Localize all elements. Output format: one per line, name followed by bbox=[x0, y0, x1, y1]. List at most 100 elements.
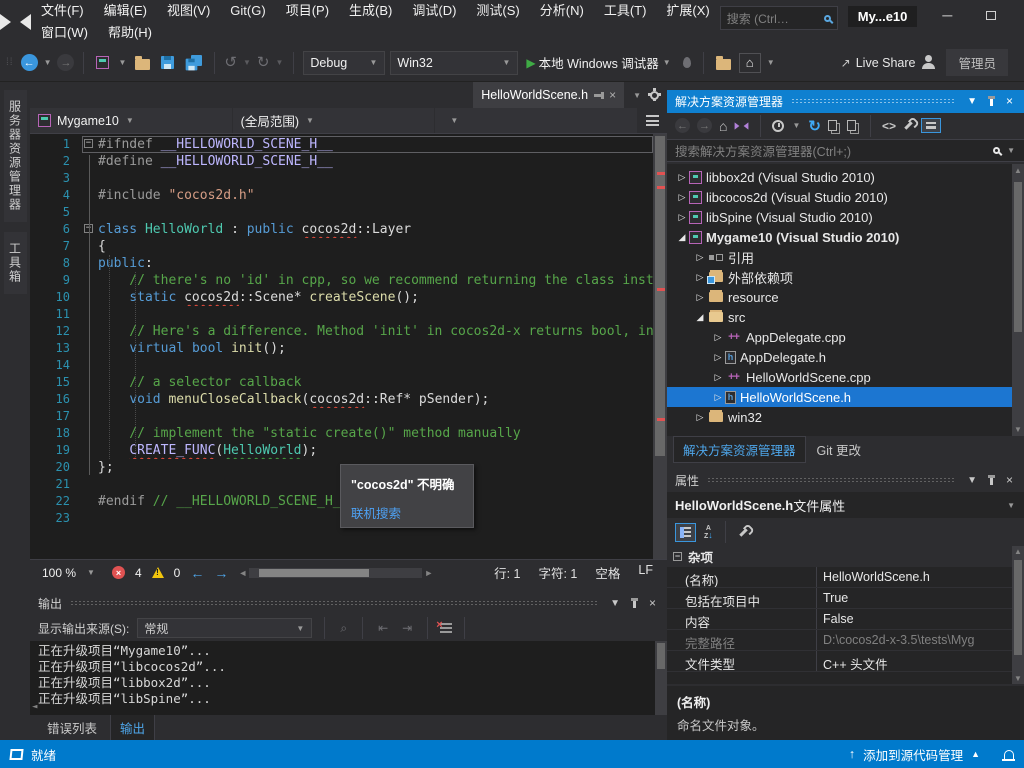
menu-item-r1-1[interactable]: 编辑(E) bbox=[94, 0, 157, 22]
editor-vertical-scrollbar[interactable] bbox=[653, 134, 667, 559]
tree-item-src[interactable]: ◢src bbox=[667, 307, 1024, 327]
property-pages-icon[interactable] bbox=[739, 528, 747, 536]
home-dropdown-caret[interactable]: ▼ bbox=[766, 58, 776, 67]
expander-icon[interactable]: ◢ bbox=[693, 312, 707, 323]
menu-item-r2-1[interactable]: 帮助(H) bbox=[98, 22, 162, 44]
expander-icon[interactable]: ▷ bbox=[675, 192, 689, 203]
close-panel-icon[interactable]: × bbox=[646, 596, 659, 610]
live-share-button[interactable]: ↗ Live Share bbox=[841, 56, 916, 70]
output-text-area[interactable]: 正在升级项目“Mygame10”...正在升级项目“libcocos2d”...… bbox=[30, 641, 667, 715]
close-panel-icon[interactable]: × bbox=[1003, 94, 1016, 108]
back-dropdown-caret[interactable]: ▼ bbox=[43, 58, 53, 67]
explorer-tab-0[interactable]: 解决方案资源管理器 bbox=[673, 436, 806, 463]
home-button[interactable]: ⌂ bbox=[739, 53, 761, 73]
expander-icon[interactable]: ▷ bbox=[693, 292, 707, 303]
categorized-toggle[interactable] bbox=[675, 523, 696, 542]
next-issue-button[interactable]: → bbox=[214, 565, 228, 581]
new-project-button[interactable] bbox=[93, 53, 112, 72]
expander-icon[interactable]: ▷ bbox=[693, 272, 707, 283]
open-file-button[interactable] bbox=[132, 53, 153, 73]
property-value[interactable]: True bbox=[817, 588, 1024, 608]
expander-icon[interactable]: ▷ bbox=[711, 372, 725, 383]
close-panel-icon[interactable]: × bbox=[1003, 473, 1016, 487]
type-scope-dropdown[interactable]: (全局范围)▼ bbox=[233, 108, 436, 133]
undo-button[interactable]: ↺ bbox=[224, 55, 237, 70]
switch-views-icon[interactable] bbox=[735, 122, 749, 129]
sync-with-active-document-icon[interactable] bbox=[828, 120, 837, 131]
window-position-caret[interactable]: ▼ bbox=[964, 475, 980, 486]
hot-reload-icon[interactable] bbox=[683, 57, 691, 68]
pin-icon[interactable] bbox=[990, 476, 993, 485]
solution-platform-dropdown[interactable]: Win32▼ bbox=[390, 51, 518, 75]
back-icon[interactable]: ← bbox=[675, 118, 690, 133]
menu-item-r1-4[interactable]: 项目(P) bbox=[276, 0, 339, 22]
tree-item-mygame10-visual-studio-2010-[interactable]: ◢Mygame10 (Visual Studio 2010) bbox=[667, 227, 1024, 247]
expander-icon[interactable]: ▷ bbox=[693, 252, 707, 263]
minimize-button[interactable]: ─ bbox=[925, 0, 969, 30]
filter-caret[interactable]: ▼ bbox=[791, 121, 801, 130]
scroll-left-arrow[interactable]: ◄ bbox=[32, 699, 37, 715]
forward-icon[interactable]: → bbox=[697, 118, 712, 133]
menu-item-r1-6[interactable]: 调试(D) bbox=[402, 0, 466, 22]
property-value[interactable]: C++ 头文件 bbox=[817, 651, 1024, 671]
fold-collapse-icon[interactable]: − bbox=[84, 139, 93, 148]
feedback-person-icon[interactable] bbox=[925, 55, 932, 62]
category-row[interactable]: − 杂项 bbox=[667, 546, 1024, 567]
preview-selected-items-icon[interactable] bbox=[847, 120, 856, 131]
panel-tab-0[interactable]: 错误列表 bbox=[38, 715, 106, 740]
navigate-back-button[interactable]: ← bbox=[21, 54, 38, 71]
properties-object-dropdown[interactable]: HelloWorldScene.h 文件属性 ▼ bbox=[667, 492, 1024, 518]
tab-list-caret[interactable]: ▼ bbox=[632, 91, 642, 100]
menu-item-r1-7[interactable]: 测试(S) bbox=[466, 0, 529, 22]
next-message-icon[interactable]: ⇥ bbox=[399, 621, 415, 635]
panel-tab-1[interactable]: 输出 bbox=[110, 714, 155, 741]
tree-item-helloworldscene-h[interactable]: ▷hHelloWorldScene.h bbox=[667, 387, 1024, 407]
property-row-1[interactable]: 包括在项目中True bbox=[667, 588, 1024, 609]
warning-count-icon[interactable] bbox=[152, 567, 164, 578]
fold-margin[interactable]: − bbox=[82, 136, 98, 153]
pin-icon[interactable] bbox=[990, 97, 993, 106]
menu-item-r1-3[interactable]: Git(G) bbox=[220, 0, 275, 22]
tree-item-win32[interactable]: ▷win32 bbox=[667, 407, 1024, 427]
tree-item-libspine-visual-studio-2010-[interactable]: ▷libSpine (Visual Studio 2010) bbox=[667, 207, 1024, 227]
property-row-2[interactable]: 内容False bbox=[667, 609, 1024, 630]
property-row-3[interactable]: 完整路径D:\cocos2d-x-3.5\tests\Myg bbox=[667, 630, 1024, 651]
menu-item-r1-5[interactable]: 生成(B) bbox=[339, 0, 402, 22]
fold-margin[interactable]: − bbox=[82, 221, 98, 238]
side-tab-1[interactable]: 工具箱 bbox=[4, 232, 27, 294]
window-position-caret[interactable]: ▼ bbox=[964, 96, 980, 107]
explorer-tab-1[interactable]: Git 更改 bbox=[808, 437, 870, 462]
panel-grip[interactable] bbox=[791, 98, 956, 104]
property-value[interactable]: HelloWorldScene.h bbox=[817, 567, 1024, 587]
tree-item--[interactable]: ▷外部依赖项 bbox=[667, 267, 1024, 287]
restore-button[interactable] bbox=[969, 0, 1013, 30]
expander-icon[interactable]: ▷ bbox=[711, 392, 725, 403]
prev-message-icon[interactable]: ⇤ bbox=[375, 621, 391, 635]
menu-item-r1-8[interactable]: 分析(N) bbox=[530, 0, 594, 22]
close-button[interactable]: × bbox=[1013, 0, 1024, 30]
home-icon[interactable]: ⌂ bbox=[719, 118, 727, 134]
navigate-forward-button[interactable]: → bbox=[57, 54, 74, 71]
code-editor[interactable]: 1−#ifndef __HELLOWORLD_SCENE_H__2#define… bbox=[30, 134, 667, 559]
tree-scrollbar[interactable]: ▲▼ bbox=[1012, 164, 1024, 436]
eol-indicator[interactable]: LF bbox=[638, 563, 653, 582]
redo-button[interactable]: ↻ bbox=[257, 55, 270, 70]
expander-icon[interactable]: ▷ bbox=[693, 412, 707, 423]
prev-issue-button[interactable]: ← bbox=[190, 565, 204, 581]
tree-item--[interactable]: ▷引用 bbox=[667, 247, 1024, 267]
property-row-4[interactable]: 文件类型C++ 头文件 bbox=[667, 651, 1024, 672]
pin-icon[interactable] bbox=[633, 599, 636, 608]
property-value[interactable]: D:\cocos2d-x-3.5\tests\Myg bbox=[817, 630, 1024, 650]
gear-icon[interactable] bbox=[650, 91, 659, 100]
space-indicator[interactable]: 空格 bbox=[595, 563, 620, 582]
grid-scrollbar[interactable]: ▲▼ bbox=[1012, 546, 1024, 684]
menu-item-r1-10[interactable]: 扩展(X) bbox=[656, 0, 719, 22]
menu-item-r2-0[interactable]: 窗口(W) bbox=[31, 22, 98, 44]
save-all-button[interactable] bbox=[182, 52, 205, 74]
source-control-caret[interactable]: ▲ bbox=[971, 749, 980, 759]
solution-search-box[interactable]: 搜索解决方案资源管理器(Ctrl+;) ▼ bbox=[667, 139, 1024, 162]
tree-item-helloworldscene-cpp[interactable]: ▷++HelloWorldScene.cpp bbox=[667, 367, 1024, 387]
menu-item-r1-2[interactable]: 视图(V) bbox=[157, 0, 220, 22]
side-tab-0[interactable]: 服务器资源管理器 bbox=[4, 90, 27, 222]
solution-configuration-dropdown[interactable]: Debug▼ bbox=[303, 51, 385, 75]
